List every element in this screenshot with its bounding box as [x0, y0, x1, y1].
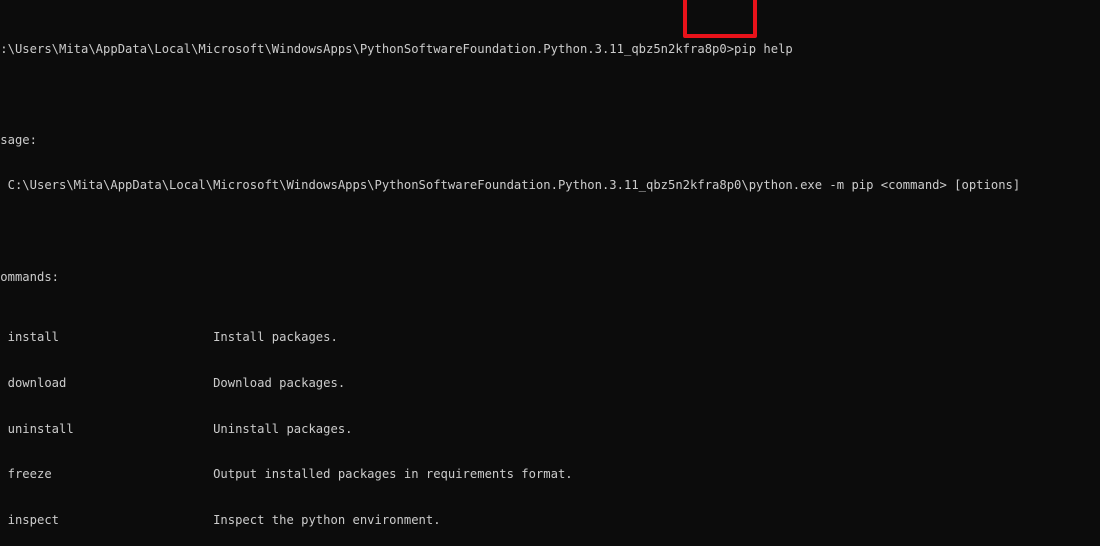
- command-row-uninstall: uninstall Uninstall packages.: [0, 421, 353, 436]
- usage-command-line: C:\Users\Mita\AppData\Local\Microsoft\Wi…: [0, 178, 1021, 193]
- prompt-line: C:\Users\Mita\AppData\Local\Microsoft\Wi…: [0, 41, 793, 56]
- console-output-buffer[interactable]: C:\Users\Mita\AppData\Local\Microsoft\Wi…: [0, 0, 1100, 546]
- usage-heading: Usage:: [0, 132, 37, 147]
- commands-heading: Commands:: [0, 269, 59, 284]
- terminal-window[interactable]: C:\Users\Mita\AppData\Local\Microsoft\Wi…: [0, 0, 1100, 546]
- command-row-freeze: freeze Output installed packages in requ…: [0, 467, 573, 482]
- command-row-download: download Download packages.: [0, 375, 346, 390]
- command-row-inspect: inspect Inspect the python environment.: [0, 512, 441, 527]
- command-row-install: install Install packages.: [0, 330, 338, 345]
